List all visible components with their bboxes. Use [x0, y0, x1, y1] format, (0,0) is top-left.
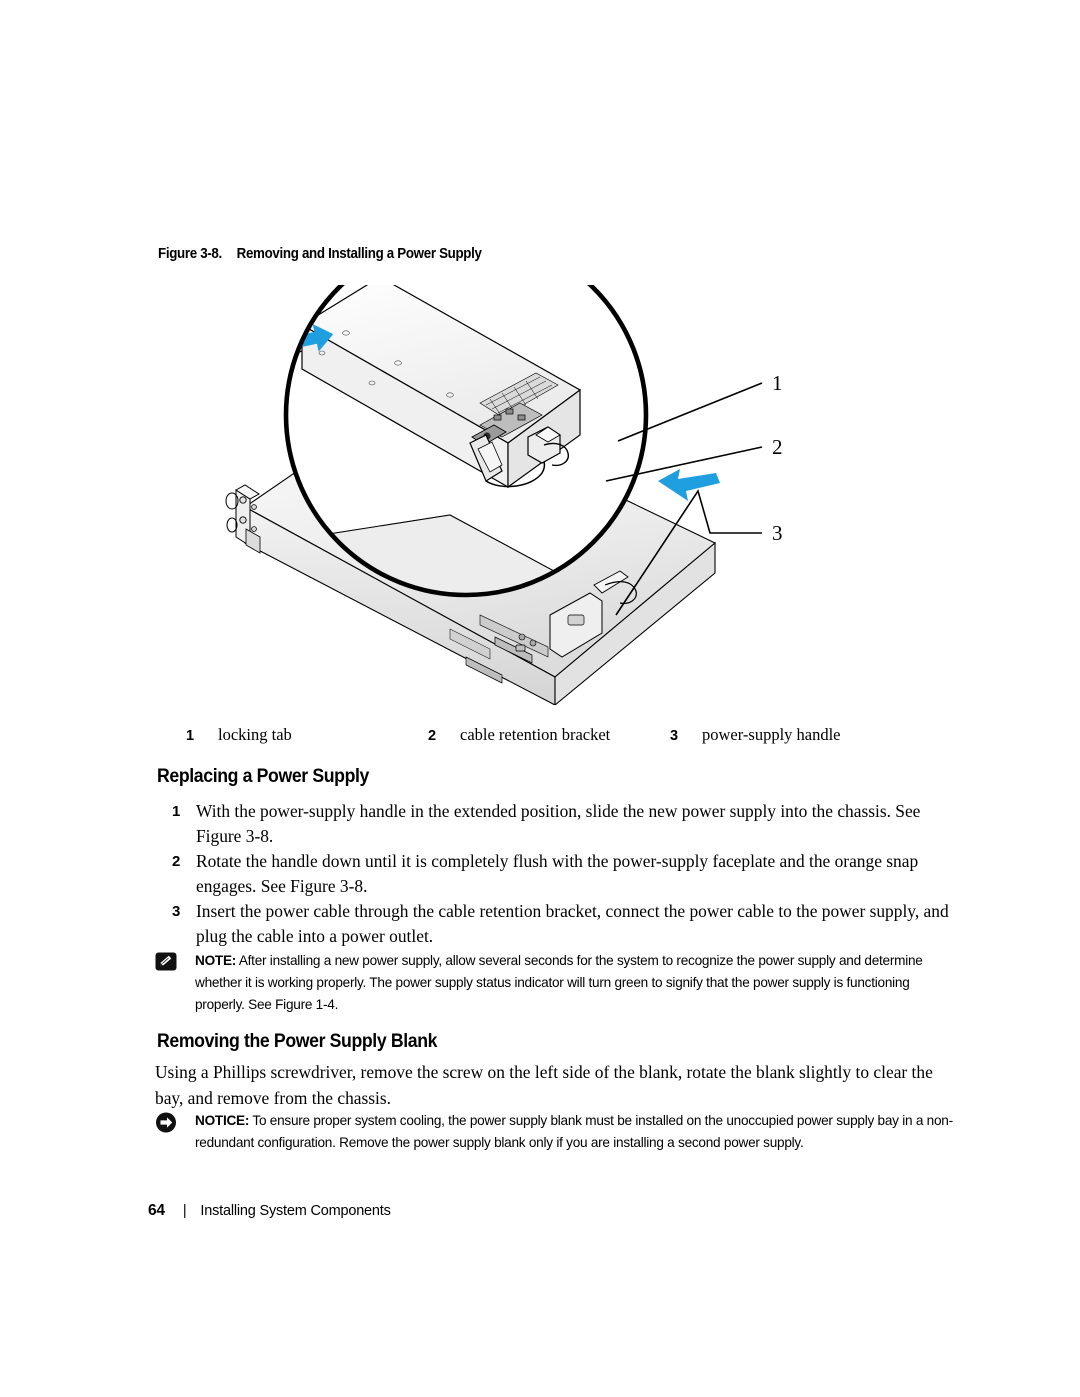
- blue-arrow-handle-rotate: [658, 469, 720, 501]
- step-text: With the power-supply handle in the exte…: [196, 801, 921, 846]
- step-text: Insert the power cable through the cable…: [196, 901, 949, 946]
- heading-replacing-a-power-supply: Replacing a Power Supply: [157, 766, 370, 787]
- legend-number-3: 3: [670, 728, 679, 744]
- note-text: After installing a new power supply, all…: [195, 953, 923, 1012]
- note-pencil-icon: [155, 952, 179, 972]
- step-number: 1: [172, 803, 181, 820]
- figure-caption: Figure 3-8. Removing and Installing a Pow…: [158, 246, 482, 262]
- note-admonition: NOTE: After installing a new power suppl…: [155, 950, 955, 1016]
- notice-body: NOTICE: To ensure proper system cooling,…: [195, 1110, 955, 1154]
- page-footer: 64 | Installing System Components: [148, 1202, 391, 1220]
- figure-illustration: 1 2 3: [150, 285, 960, 705]
- legend-item-3: 3 power-supply handle: [670, 725, 841, 745]
- legend-label-3: power-supply handle: [702, 725, 841, 744]
- footer-separator: |: [182, 1203, 187, 1219]
- document-page: Figure 3-8. Removing and Installing a Pow…: [0, 0, 1080, 1397]
- figure-legend: 1 locking tab 2 cable retention bracket 3 p…: [150, 725, 960, 749]
- step-number: 3: [172, 903, 181, 920]
- figure-caption-title: Removing and Installing a Power Supply: [236, 246, 482, 262]
- notice-label: NOTICE:: [195, 1113, 250, 1128]
- legend-number-1: 1: [186, 728, 195, 744]
- step-item: 2 Rotate the handle down until it is com…: [172, 849, 962, 899]
- notice-arrow-icon: [155, 1112, 179, 1133]
- step-text: Rotate the handle down until it is compl…: [196, 851, 919, 896]
- legend-item-1: 1 locking tab: [186, 725, 292, 745]
- legend-label-1: locking tab: [218, 725, 292, 744]
- legend-label-2: cable retention bracket: [460, 725, 611, 744]
- figure-marker-3: 3: [772, 521, 783, 545]
- step-item: 1 With the power-supply handle in the ex…: [172, 799, 962, 849]
- figure-marker-2: 2: [772, 435, 783, 459]
- figure-caption-number: Figure 3-8.: [158, 246, 222, 262]
- legend-number-2: 2: [428, 728, 437, 744]
- figure-marker-1: 1: [772, 371, 783, 395]
- note-body: NOTE: After installing a new power suppl…: [195, 950, 955, 1016]
- notice-text: To ensure proper system cooling, the pow…: [195, 1113, 953, 1150]
- footer-chapter-title: Installing System Components: [200, 1203, 391, 1219]
- notice-admonition: NOTICE: To ensure proper system cooling,…: [155, 1110, 955, 1154]
- legend-item-2: 2 cable retention bracket: [428, 725, 610, 745]
- paragraph-removing-blank: Using a Phillips screwdriver, remove the…: [155, 1062, 933, 1108]
- step-number: 2: [172, 853, 181, 870]
- heading-removing-the-power-supply-blank: Removing the Power Supply Blank: [157, 1031, 438, 1052]
- note-label: NOTE:: [195, 953, 237, 968]
- footer-page-number: 64: [148, 1202, 165, 1219]
- step-item: 3 Insert the power cable through the cab…: [172, 899, 962, 949]
